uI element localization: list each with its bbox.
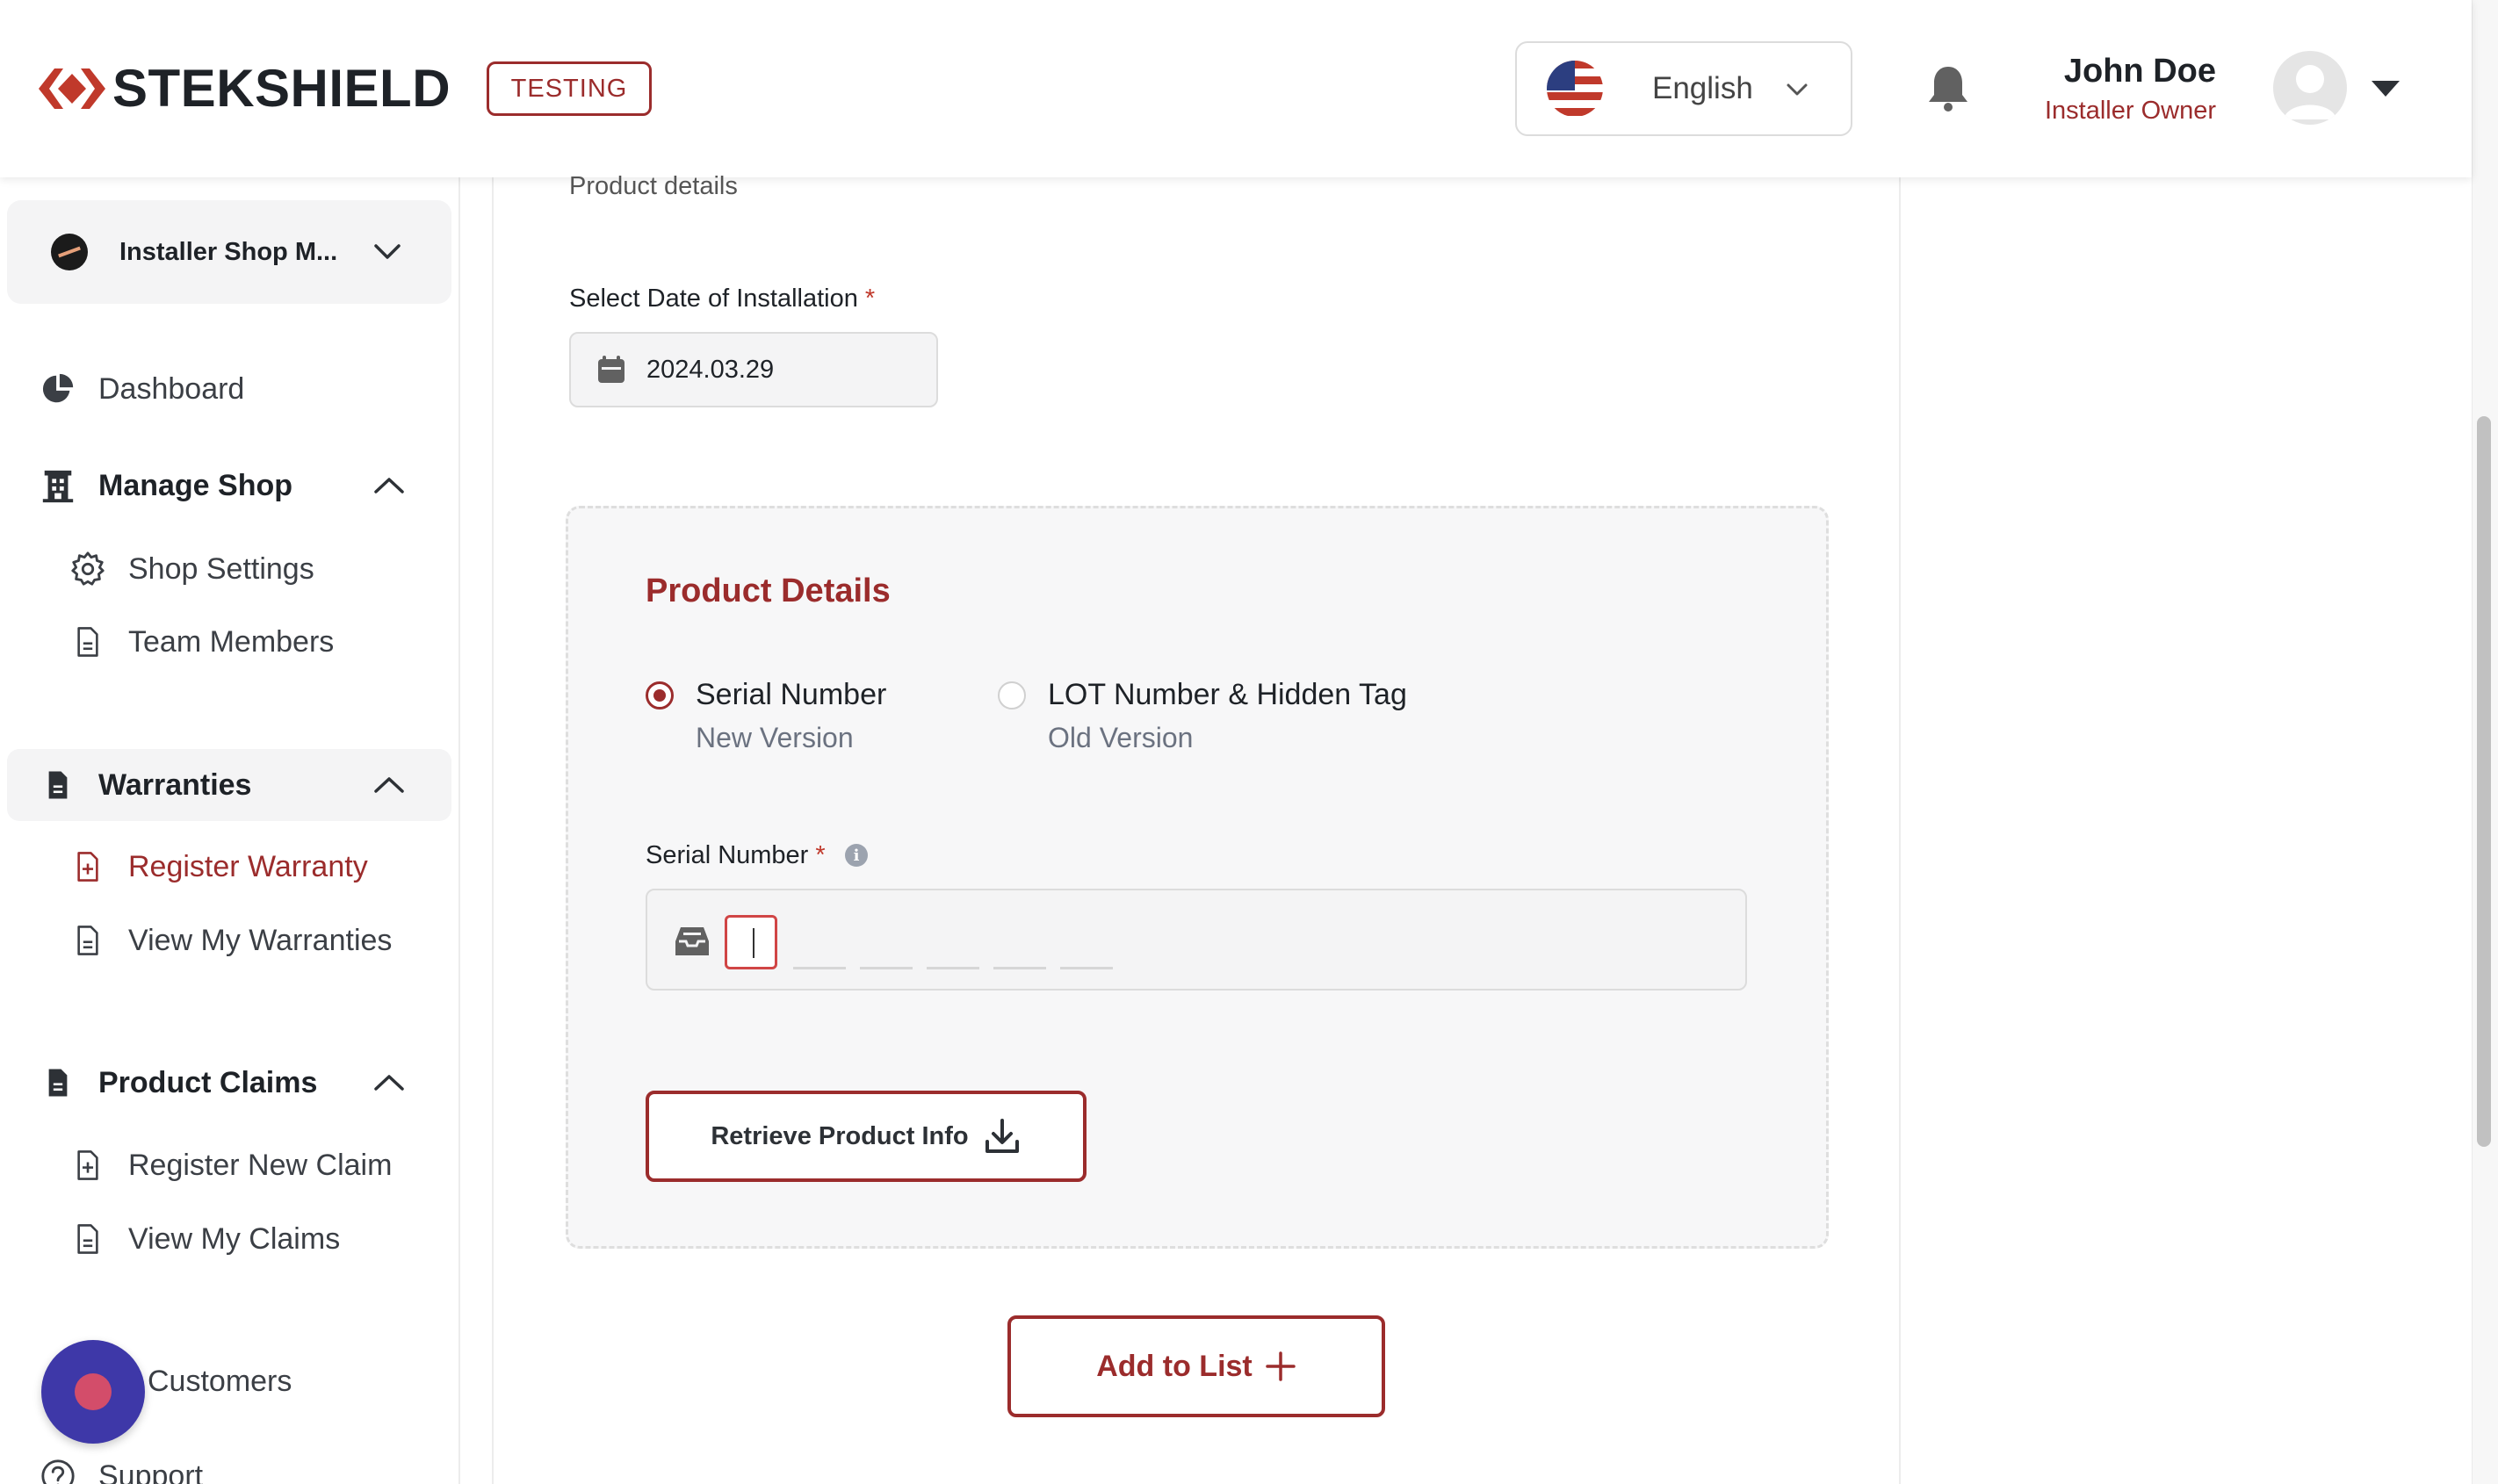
sidebar-item-label: Shop Settings: [128, 551, 314, 586]
serial-segment-2[interactable]: [793, 915, 846, 969]
inbox-icon: [675, 927, 709, 955]
serial-number-option-title[interactable]: Serial Number: [696, 678, 886, 712]
shop-logo-icon: [51, 234, 88, 270]
date-field-label: Select Date of Installation *: [569, 285, 875, 313]
serial-segment-6[interactable]: [1060, 915, 1113, 969]
add-to-list-button[interactable]: Add to List: [1007, 1315, 1385, 1417]
document-icon: [69, 623, 107, 661]
sidebar-item-label: Manage Shop: [98, 468, 293, 502]
sidebar-item-label: Dashboard: [98, 371, 245, 406]
us-flag-icon: [1547, 61, 1603, 117]
gear-icon: [69, 550, 107, 588]
info-icon[interactable]: i: [845, 844, 868, 867]
lot-number-option-title[interactable]: LOT Number & Hidden Tag: [1048, 678, 1407, 712]
sidebar-item-label: Register Warranty: [128, 849, 368, 883]
shop-name: Installer Shop M...: [119, 237, 338, 266]
chevron-up-icon[interactable]: [372, 774, 406, 796]
serial-number-field-label: Serial Number *: [646, 841, 826, 870]
sidebar-item-view-my-claims[interactable]: View My Claims: [69, 1217, 340, 1261]
language-selector[interactable]: English: [1515, 41, 1852, 136]
date-label-text: Select Date of Installation: [569, 285, 858, 313]
sidebar-group-product-claims[interactable]: Product Claims: [39, 1061, 317, 1105]
sidebar-group-manage-shop[interactable]: Manage Shop: [39, 464, 292, 508]
date-value: 2024.03.29: [646, 355, 775, 384]
sidebar-item-register-new-claim[interactable]: Register New Claim: [69, 1143, 392, 1187]
sidebar-item-team-members[interactable]: Team Members: [69, 620, 334, 664]
help-circle-icon: [39, 1457, 77, 1484]
sidebar-item-label: View My Claims: [128, 1221, 341, 1256]
sidebar-item-label: Team Members: [128, 624, 335, 659]
user-role: Installer Owner: [2044, 97, 2216, 125]
required-mark: *: [815, 841, 826, 869]
document-icon: [69, 921, 107, 960]
serial-number-radio[interactable]: [646, 681, 674, 710]
serial-segment-5[interactable]: [993, 915, 1046, 969]
breadcrumb: Product details: [569, 172, 738, 200]
chevron-down-icon: [374, 244, 401, 259]
logo-text: STEKSHIELD: [112, 59, 451, 118]
serial-number-option-subtitle: New Version: [696, 722, 854, 753]
serial-segment-3[interactable]: [860, 915, 913, 969]
sidebar-item-label: Warranties: [98, 767, 252, 802]
document-icon: [69, 1220, 107, 1258]
serial-label-text: Serial Number: [646, 841, 809, 869]
serial-segment-4[interactable]: [927, 915, 979, 969]
top-header: STEKSHIELD TESTING English John Doe Inst…: [0, 0, 2472, 177]
sidebar-item-register-warranty[interactable]: Register Warranty: [69, 845, 368, 889]
document-add-icon: [69, 1146, 107, 1185]
sidebar-group-warranties[interactable]: Warranties: [39, 763, 251, 807]
sidebar-item-shop-settings[interactable]: Shop Settings: [69, 547, 314, 591]
lot-number-option-subtitle: Old Version: [1048, 722, 1194, 753]
calendar-icon: [598, 356, 624, 383]
sidebar-item-support[interactable]: Support: [39, 1454, 203, 1484]
retrieve-product-info-button[interactable]: Retrieve Product Info: [646, 1091, 1087, 1182]
environment-badge: TESTING: [487, 61, 652, 116]
pie-chart-icon: [39, 370, 77, 408]
document-add-icon: [69, 847, 107, 886]
notification-bell-icon[interactable]: [1925, 63, 1971, 112]
required-mark: *: [864, 285, 876, 313]
filled-document-icon: [39, 1063, 77, 1102]
shop-switcher[interactable]: Installer Shop M...: [7, 200, 451, 304]
caret-down-icon[interactable]: [2370, 77, 2401, 98]
section-title: Product Details: [646, 573, 891, 609]
chevron-down-icon: [1787, 83, 1808, 96]
filled-document-icon: [39, 766, 77, 804]
stekshield-logo[interactable]: STEKSHIELD: [39, 61, 451, 116]
chevron-up-icon[interactable]: [372, 1071, 406, 1094]
lot-number-radio[interactable]: [998, 681, 1026, 710]
retrieve-button-label: Retrieve Product Info: [711, 1121, 969, 1150]
sidebar-item-label: View My Warranties: [128, 923, 393, 957]
sidebar-item-dashboard[interactable]: Dashboard: [39, 367, 244, 411]
sidebar-item-customers[interactable]: Customers: [148, 1359, 292, 1403]
sidebar-item-label: Register New Claim: [128, 1148, 393, 1182]
chat-widget-button[interactable]: [41, 1340, 145, 1444]
sidebar-item-label: Product Claims: [98, 1065, 318, 1099]
serial-number-input[interactable]: [646, 889, 1747, 991]
logo-mark-icon: [39, 68, 105, 109]
chevron-up-icon[interactable]: [372, 474, 406, 497]
download-icon: [985, 1119, 1019, 1153]
serial-segment-1[interactable]: [725, 915, 777, 969]
sidebar-item-view-my-warranties[interactable]: View My Warranties: [69, 918, 392, 962]
user-name[interactable]: John Doe: [2064, 53, 2216, 90]
installation-date-input[interactable]: 2024.03.29: [569, 332, 938, 407]
plus-icon: [1266, 1351, 1296, 1381]
scrollbar-thumb[interactable]: [2477, 416, 2491, 1147]
language-label: English: [1652, 71, 1753, 105]
sidebar-item-label: Customers: [148, 1364, 292, 1398]
sidebar-item-label: Support: [98, 1459, 204, 1484]
add-button-label: Add to List: [1096, 1349, 1253, 1383]
user-avatar-icon[interactable]: [2273, 51, 2347, 125]
building-icon: [39, 466, 77, 505]
